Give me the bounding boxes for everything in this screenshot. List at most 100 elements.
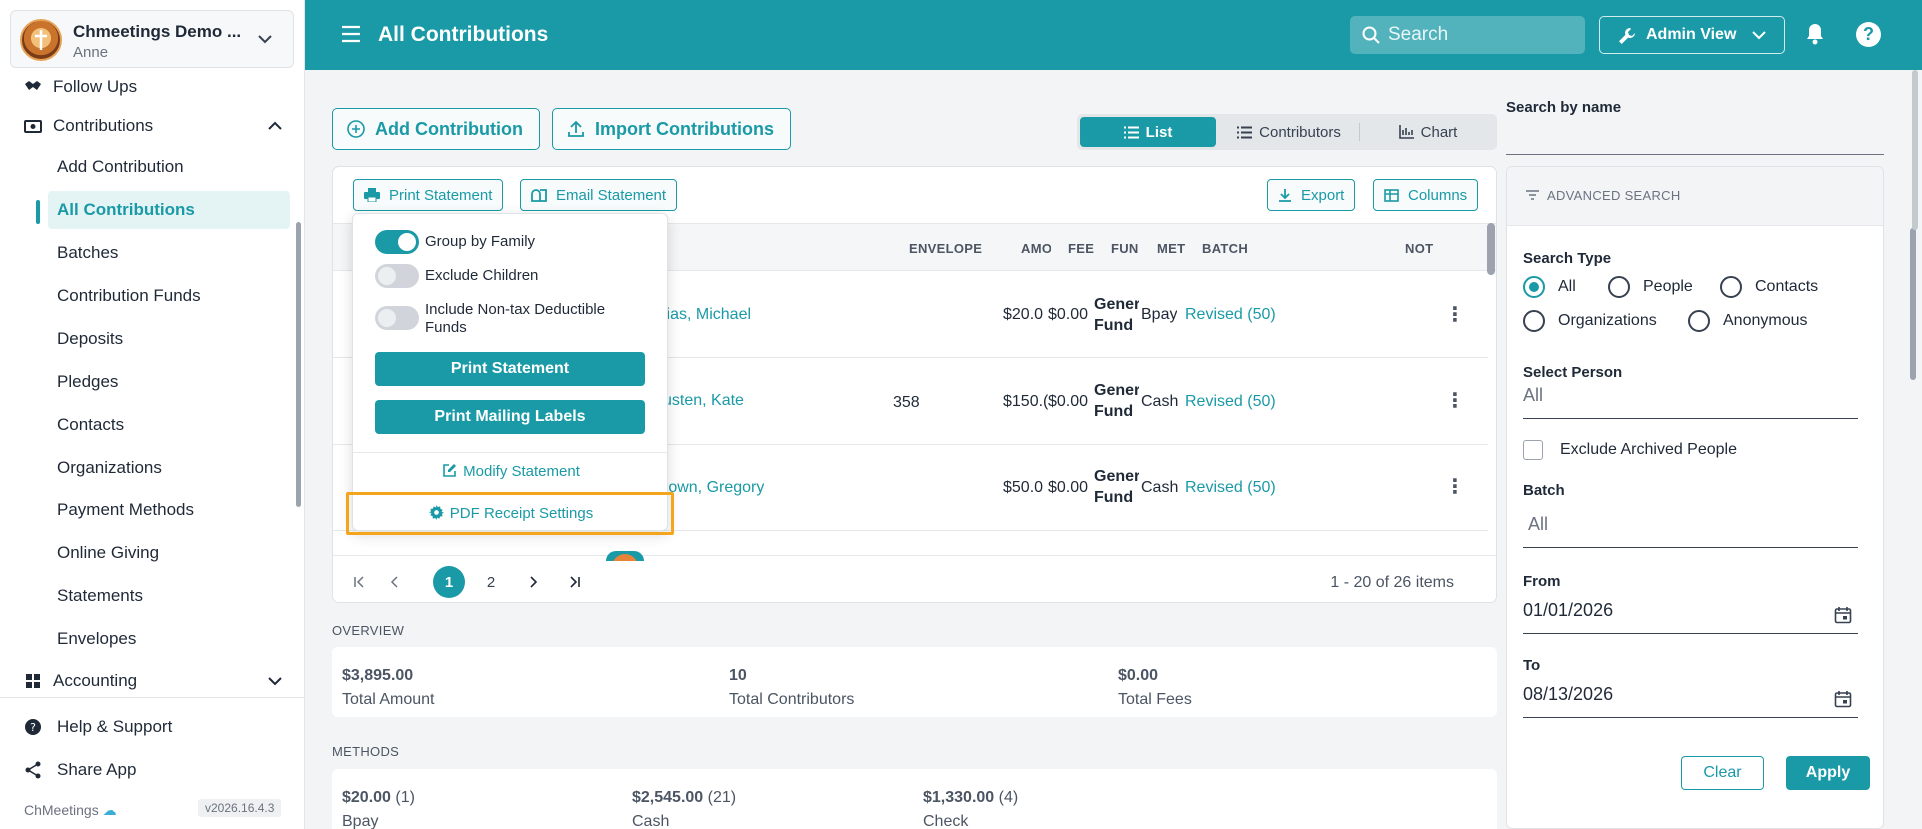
batch-link[interactable]: Revised (50) bbox=[1185, 479, 1276, 497]
calendar-icon[interactable] bbox=[1834, 606, 1852, 624]
from-date-input[interactable]: 01/01/2026 bbox=[1523, 600, 1858, 634]
menu-icon[interactable] bbox=[341, 25, 361, 43]
sidebar-item-contribution-funds[interactable]: Contribution Funds bbox=[0, 277, 300, 315]
fee-cell: $0.00 bbox=[1048, 306, 1089, 323]
last-page-icon[interactable] bbox=[559, 566, 591, 598]
sidebar-item-contacts[interactable]: Contacts bbox=[0, 406, 300, 444]
page-button[interactable]: 1 bbox=[433, 566, 465, 598]
email-statement-button[interactable]: Email Statement bbox=[520, 179, 678, 211]
radio-button[interactable] bbox=[1688, 310, 1710, 332]
column-header[interactable]: FEE bbox=[1068, 241, 1094, 256]
radio-all[interactable]: All bbox=[1523, 276, 1576, 298]
org-switcher[interactable]: Chmeetings Demo ... Anne bbox=[10, 10, 294, 68]
column-header[interactable]: MET bbox=[1157, 241, 1187, 256]
radio-button[interactable] bbox=[1720, 276, 1742, 298]
sidebar-item-help-support[interactable]: ? Help & Support bbox=[0, 708, 300, 746]
amount-cell: $20.0 bbox=[1003, 306, 1044, 323]
more-options-icon[interactable]: ⋮ bbox=[1445, 474, 1465, 499]
tab-chart[interactable]: Chart bbox=[1361, 117, 1495, 147]
print-statement-button[interactable]: Print Statement bbox=[353, 179, 504, 211]
admin-view-button[interactable]: Admin View bbox=[1599, 16, 1785, 54]
sidebar-item-follow-ups[interactable]: Follow Ups bbox=[0, 68, 300, 106]
page-scrollbar[interactable] bbox=[1912, 70, 1918, 230]
help-icon[interactable]: ? bbox=[1856, 22, 1881, 47]
sidebar-item-deposits[interactable]: Deposits bbox=[0, 320, 300, 358]
column-header[interactable]: BATCH bbox=[1202, 241, 1248, 256]
sidebar-item-label: Payment Methods bbox=[57, 500, 195, 519]
print-statement-submit-button[interactable]: Print Statement bbox=[375, 352, 645, 386]
print-mailing-labels-button[interactable]: Print Mailing Labels bbox=[375, 400, 645, 434]
columns-button[interactable]: Columns bbox=[1373, 179, 1479, 211]
calendar-icon[interactable] bbox=[1834, 690, 1852, 708]
exclude-archived-checkbox[interactable] bbox=[1523, 440, 1543, 460]
group-by-family-toggle[interactable] bbox=[375, 230, 419, 254]
contributor-link[interactable]: rown, Gregory bbox=[663, 479, 764, 497]
batch-link[interactable]: Revised (50) bbox=[1185, 306, 1276, 324]
radio-organizations[interactable]: Organizations bbox=[1523, 310, 1657, 332]
sidebar-item-payment-methods[interactable]: Payment Methods bbox=[0, 491, 300, 529]
sidebar-item-share-app[interactable]: Share App bbox=[0, 751, 300, 789]
share-icon bbox=[25, 761, 41, 779]
panel-scrollbar[interactable] bbox=[1910, 228, 1916, 380]
sidebar-item-contributions[interactable]: Contributions bbox=[0, 107, 300, 145]
radio-people[interactable]: People bbox=[1608, 276, 1693, 298]
prev-page-icon[interactable] bbox=[379, 566, 411, 598]
column-header[interactable]: NOT bbox=[1405, 241, 1435, 256]
column-header[interactable]: FUN bbox=[1111, 241, 1141, 256]
first-page-icon[interactable] bbox=[343, 566, 375, 598]
sidebar-item-add-contribution[interactable]: Add Contribution bbox=[0, 148, 300, 186]
radio-button[interactable] bbox=[1523, 310, 1545, 332]
global-search[interactable] bbox=[1350, 16, 1585, 54]
more-options-icon[interactable]: ⋮ bbox=[1445, 388, 1465, 413]
column-header[interactable]: AMO bbox=[1021, 241, 1051, 256]
sidebar-item-organizations[interactable]: Organizations bbox=[0, 449, 300, 487]
sidebar-item-all-contributions[interactable]: All Contributions bbox=[48, 191, 290, 229]
grid-scrollbar[interactable] bbox=[1487, 223, 1495, 275]
contributor-link[interactable]: usten, Kate bbox=[663, 392, 744, 410]
apply-button[interactable]: Apply bbox=[1786, 756, 1870, 790]
exclude-children-toggle[interactable] bbox=[375, 264, 419, 288]
sidebar-item-statements[interactable]: Statements bbox=[0, 577, 300, 615]
add-contribution-button[interactable]: Add Contribution bbox=[332, 108, 540, 150]
sidebar-item-pledges[interactable]: Pledges bbox=[0, 363, 300, 401]
column-header[interactable]: ENVELOPE bbox=[909, 241, 982, 256]
include-non-tax-toggle[interactable] bbox=[375, 306, 419, 330]
batch-select[interactable]: All bbox=[1523, 514, 1858, 548]
handshake-icon bbox=[25, 81, 41, 90]
batch-link[interactable]: Revised (50) bbox=[1185, 393, 1276, 411]
export-button[interactable]: Export bbox=[1267, 179, 1356, 211]
search-by-name-label: Search by name bbox=[1506, 99, 1622, 116]
sidebar-scrollbar[interactable] bbox=[296, 222, 301, 507]
clear-button[interactable]: Clear bbox=[1681, 756, 1764, 790]
sidebar-item-label: Add Contribution bbox=[57, 157, 184, 176]
radio-anonymous[interactable]: Anonymous bbox=[1688, 310, 1808, 332]
advanced-search-header[interactable]: ADVANCED SEARCH bbox=[1507, 167, 1883, 226]
sidebar-item-label: Contribution Funds bbox=[57, 286, 201, 305]
grid-icon bbox=[26, 674, 40, 688]
search-input[interactable] bbox=[1388, 22, 1573, 48]
bell-icon[interactable] bbox=[1805, 23, 1825, 45]
stat-value: $2,545.00 bbox=[632, 789, 704, 806]
modify-statement-link[interactable]: Modify Statement bbox=[353, 463, 669, 480]
contributor-link[interactable]: lias, Michael bbox=[663, 306, 751, 324]
select-person-field[interactable]: All bbox=[1523, 385, 1858, 419]
page-button[interactable]: 2 bbox=[475, 566, 507, 598]
batch-label: Batch bbox=[1523, 482, 1565, 499]
sidebar-item-online-giving[interactable]: Online Giving bbox=[0, 534, 300, 572]
amount-cell: $50.0 bbox=[1003, 479, 1044, 496]
radio-button[interactable] bbox=[1608, 276, 1630, 298]
next-page-icon[interactable] bbox=[517, 566, 549, 598]
import-contributions-button[interactable]: Import Contributions bbox=[552, 108, 791, 150]
radio-contacts[interactable]: Contacts bbox=[1720, 276, 1818, 298]
tab-list[interactable]: List bbox=[1080, 117, 1216, 147]
more-options-icon[interactable]: ⋮ bbox=[1445, 302, 1465, 327]
sidebar-item-accounting[interactable]: Accounting bbox=[0, 662, 300, 700]
email-statement-label: Email Statement bbox=[556, 186, 667, 204]
sidebar-item-batches[interactable]: Batches bbox=[0, 234, 300, 272]
sidebar-item-envelopes[interactable]: Envelopes bbox=[0, 620, 300, 658]
tab-contributors[interactable]: Contributors bbox=[1220, 117, 1358, 147]
to-date-input[interactable]: 08/13/2026 bbox=[1523, 684, 1858, 718]
advanced-search-title: ADVANCED SEARCH bbox=[1547, 188, 1681, 203]
search-by-name-input[interactable] bbox=[1506, 120, 1884, 155]
radio-button[interactable] bbox=[1523, 276, 1545, 298]
